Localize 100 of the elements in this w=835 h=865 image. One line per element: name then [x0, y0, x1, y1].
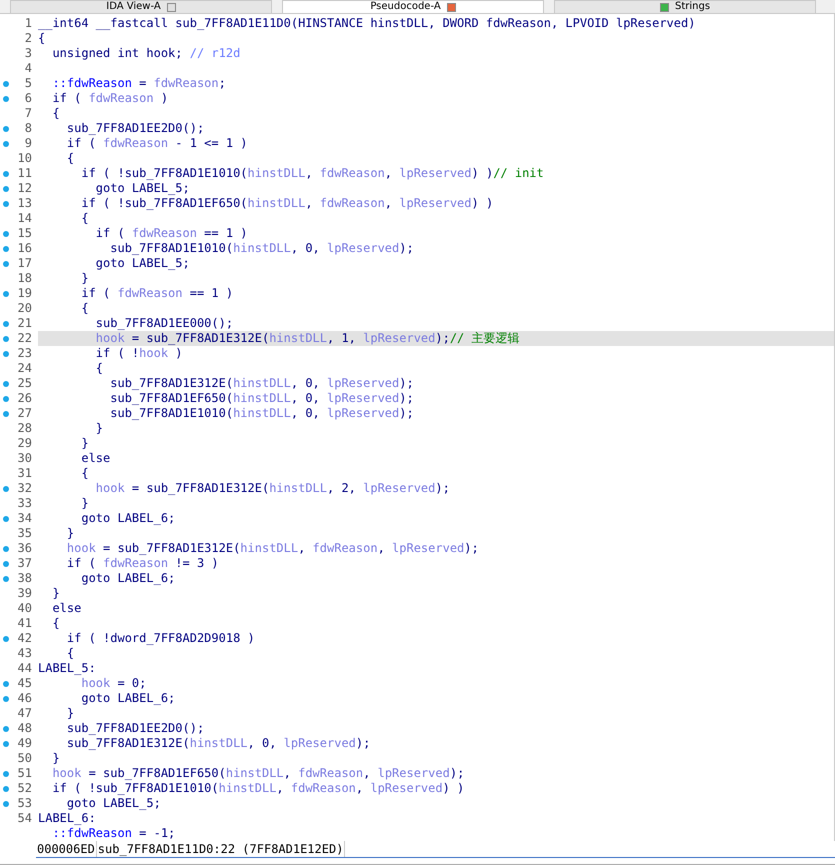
- code-line: }: [80, 436, 89, 451]
- line-number: 5: [24, 76, 32, 91]
- code-line: if ( !sub_7FF8AD1E1010(hinstDLL, fdwReason, lpReserved) )// init: [80, 166, 544, 181]
- line-number: 47: [18, 706, 32, 721]
- breakpoint-dot-icon[interactable]: [3, 800, 9, 806]
- code-line: }: [51, 751, 60, 766]
- code-line: hook = sub_7FF8AD1E312E(hinstDLL, 1, lpReserved);// 主要逻辑: [94, 331, 520, 346]
- line-number: 51: [18, 766, 32, 781]
- code-line: sub_7FF8AD1E312E(hinstDLL, 0, lpReserved);: [109, 376, 414, 391]
- breakpoint-dot-icon[interactable]: [3, 560, 9, 566]
- code-line: else: [51, 601, 82, 616]
- code-line: hook = sub_7FF8AD1E312E(hinstDLL, 2, lpReserved);: [94, 481, 450, 496]
- breakpoint-dot-icon[interactable]: [3, 246, 9, 252]
- line-number: 40: [18, 601, 32, 616]
- code-line: sub_7FF8AD1EE000();: [94, 316, 234, 331]
- breakpoint-dot-icon[interactable]: [3, 96, 9, 102]
- code-line: {: [37, 31, 46, 46]
- code-line: {: [80, 466, 89, 481]
- code-line: LABEL_5:: [37, 661, 96, 676]
- breakpoint-dot-icon[interactable]: [3, 380, 9, 386]
- code-line: if ( !hook ): [94, 346, 183, 361]
- breakpoint-dot-icon[interactable]: [3, 786, 9, 792]
- code-line: sub_7FF8AD1EE2D0();: [66, 121, 204, 136]
- code-line: {: [66, 151, 74, 166]
- breakpoint-dot-icon[interactable]: [3, 350, 9, 356]
- breakpoint-dot-icon[interactable]: [3, 80, 9, 86]
- breakpoint-dot-icon[interactable]: [3, 140, 9, 146]
- breakpoint-dot-icon[interactable]: [3, 516, 9, 522]
- breakpoint-dot-icon[interactable]: [3, 186, 9, 192]
- code-line: }: [94, 421, 104, 436]
- line-number: 23: [18, 346, 32, 361]
- code-line: sub_7FF8AD1E1010(hinstDLL, 0, lpReserved);: [109, 241, 414, 256]
- code-line: sub_7FF8AD1EF650(hinstDLL, 0, lpReserved);: [109, 391, 414, 406]
- breakpoint-dot-icon[interactable]: [3, 230, 9, 236]
- tab[interactable]: Strings: [554, 0, 816, 13]
- line-number: 14: [18, 211, 32, 226]
- code-line: ::fdwReason = fdwReason;: [51, 76, 226, 91]
- line-number: 8: [24, 121, 32, 136]
- code-line: if ( fdwReason == 1 ): [94, 226, 248, 241]
- tab[interactable]: Pseudocode-A: [282, 0, 544, 13]
- line-number: 46: [18, 691, 32, 706]
- line-number: 12: [18, 181, 32, 196]
- line-number: 6: [24, 91, 32, 106]
- code-line: ::fdwReason = -1;: [51, 826, 176, 841]
- line-number: 7: [24, 106, 32, 121]
- line-number: 18: [18, 271, 32, 286]
- code-line: hook = 0;: [80, 676, 146, 691]
- line-number: 17: [18, 256, 32, 271]
- breakpoint-dot-icon[interactable]: [3, 320, 9, 326]
- breakpoint-dot-icon[interactable]: [3, 396, 9, 402]
- code-line: }: [66, 706, 74, 721]
- code-line: {: [51, 106, 60, 121]
- breakpoint-dot-icon[interactable]: [3, 546, 9, 552]
- line-number: 25: [18, 376, 32, 391]
- line-number: 48: [18, 721, 32, 736]
- code-line: {: [80, 211, 89, 226]
- line-number: 37: [18, 556, 32, 571]
- code-line: if ( fdwReason - 1 <= 1 ): [66, 136, 248, 151]
- code-line: __int64 __fastcall sub_7FF8AD1E11D0(HINSTANCE hinstDLL, DWORD fdwReason, LPVOID lpReserved): [37, 16, 696, 31]
- breakpoint-dot-icon[interactable]: [3, 696, 9, 702]
- breakpoint-dot-icon[interactable]: [3, 636, 9, 642]
- code-line: else: [80, 451, 110, 466]
- code-line: goto LABEL_6;: [80, 511, 176, 526]
- tab[interactable]: IDA View-A: [10, 0, 272, 13]
- breakpoint-dot-icon[interactable]: [3, 260, 9, 266]
- line-number: 49: [18, 736, 32, 751]
- code-line: if ( fdwReason == 1 ): [80, 286, 234, 301]
- breakpoint-dot-icon[interactable]: [3, 576, 9, 582]
- breakpoint-dot-icon[interactable]: [3, 170, 9, 176]
- code-line: goto LABEL_5;: [94, 256, 190, 271]
- code-line: }: [51, 586, 60, 601]
- line-number: 36: [18, 541, 32, 556]
- code-line: if ( !sub_7FF8AD1EF650(hinstDLL, fdwReason, lpReserved) ): [80, 196, 494, 211]
- line-number: 22: [18, 331, 32, 346]
- line-number: 11: [18, 166, 32, 181]
- line-number: 39: [18, 586, 32, 601]
- line-number: 29: [18, 436, 32, 451]
- line-number: 16: [18, 241, 32, 256]
- breakpoint-dot-icon[interactable]: [3, 726, 9, 732]
- line-number: 43: [18, 646, 32, 661]
- code-line: unsigned int hook; // r12d: [51, 46, 240, 61]
- breakpoint-dot-icon[interactable]: [3, 770, 9, 776]
- breakpoint-dot-icon[interactable]: [3, 410, 9, 416]
- code-line: sub_7FF8AD1E1010(hinstDLL, 0, lpReserved);: [109, 406, 414, 421]
- line-number: 42: [18, 631, 32, 646]
- code-line: if ( !dword_7FF8AD2D9018 ): [66, 631, 255, 646]
- code-line: LABEL_6:: [37, 811, 96, 826]
- breakpoint-dot-icon[interactable]: [3, 486, 9, 492]
- breakpoint-dot-icon[interactable]: [3, 740, 9, 746]
- code-line: goto LABEL_6;: [80, 691, 176, 706]
- line-number: 20: [18, 301, 32, 316]
- breakpoint-dot-icon[interactable]: [3, 126, 9, 132]
- breakpoint-dot-icon[interactable]: [3, 680, 9, 686]
- breakpoint-dot-icon[interactable]: [3, 290, 9, 296]
- code-line: sub_7FF8AD1EE2D0();: [66, 721, 204, 736]
- code-line: if ( !sub_7FF8AD1E1010(hinstDLL, fdwReason, lpReserved) ): [51, 781, 464, 796]
- breakpoint-dot-icon[interactable]: [3, 200, 9, 206]
- line-number: 28: [18, 421, 32, 436]
- line-number: 35: [18, 526, 32, 541]
- breakpoint-dot-icon[interactable]: [3, 336, 9, 342]
